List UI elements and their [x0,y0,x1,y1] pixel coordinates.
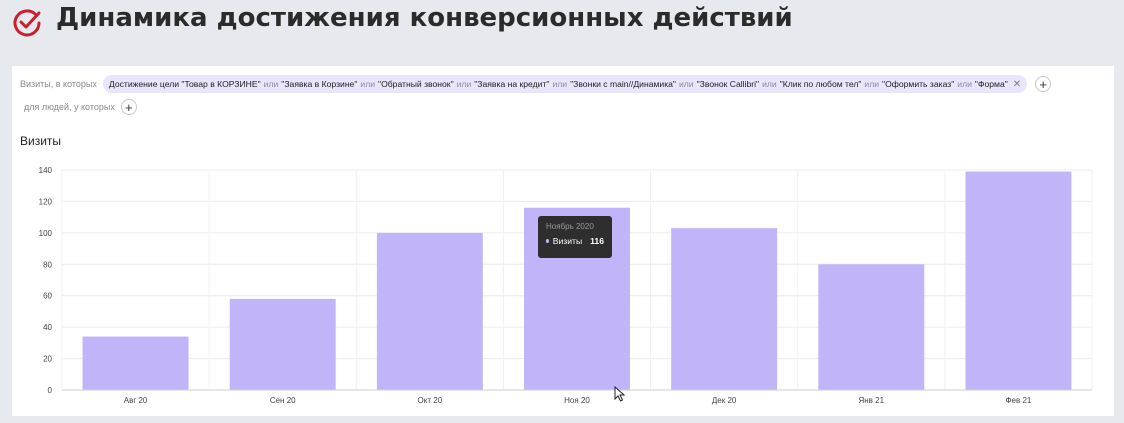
bar[interactable] [671,228,778,390]
y-tick-label: 60 [43,292,52,301]
bar[interactable] [965,171,1072,390]
x-tick-label: Авг 20 [124,396,148,405]
y-tick-label: 100 [39,229,53,238]
tooltip-value: 116 [590,236,604,246]
x-tick-label: Ноя 20 [564,396,590,405]
chart-tooltip: Ноябрь 2020 Визиты 116 [538,216,612,258]
x-tick-label: Фев 21 [1005,396,1031,405]
report-panel: Визиты, в которых Достижение цели "Товар… [12,66,1114,416]
y-tick-label: 120 [39,197,53,206]
y-tick-label: 140 [39,166,53,175]
bar[interactable] [818,264,925,390]
tooltip-series: Визиты [552,236,583,246]
check-circle-icon [13,9,41,37]
x-tick-label: Окт 20 [418,396,443,405]
y-tick-label: 20 [43,355,52,364]
tooltip-title: Ноябрь 2020 [546,222,594,231]
bar[interactable] [376,232,483,390]
bar[interactable] [82,336,189,390]
page-title: Динамика достижения конверсионных действ… [56,3,793,33]
x-tick-label: Янв 21 [858,396,884,405]
mouse-cursor-icon [614,386,626,402]
y-tick-label: 80 [43,260,52,269]
tooltip-row: Визиты 116 [546,236,604,246]
x-tick-label: Дек 20 [712,396,737,405]
series-dot-icon [546,239,549,243]
header: Динамика достижения конверсионных действ… [0,0,1124,48]
bar[interactable] [229,298,336,390]
y-tick-label: 40 [43,323,52,332]
y-tick-label: 0 [48,386,53,395]
x-tick-label: Сен 20 [270,396,296,405]
